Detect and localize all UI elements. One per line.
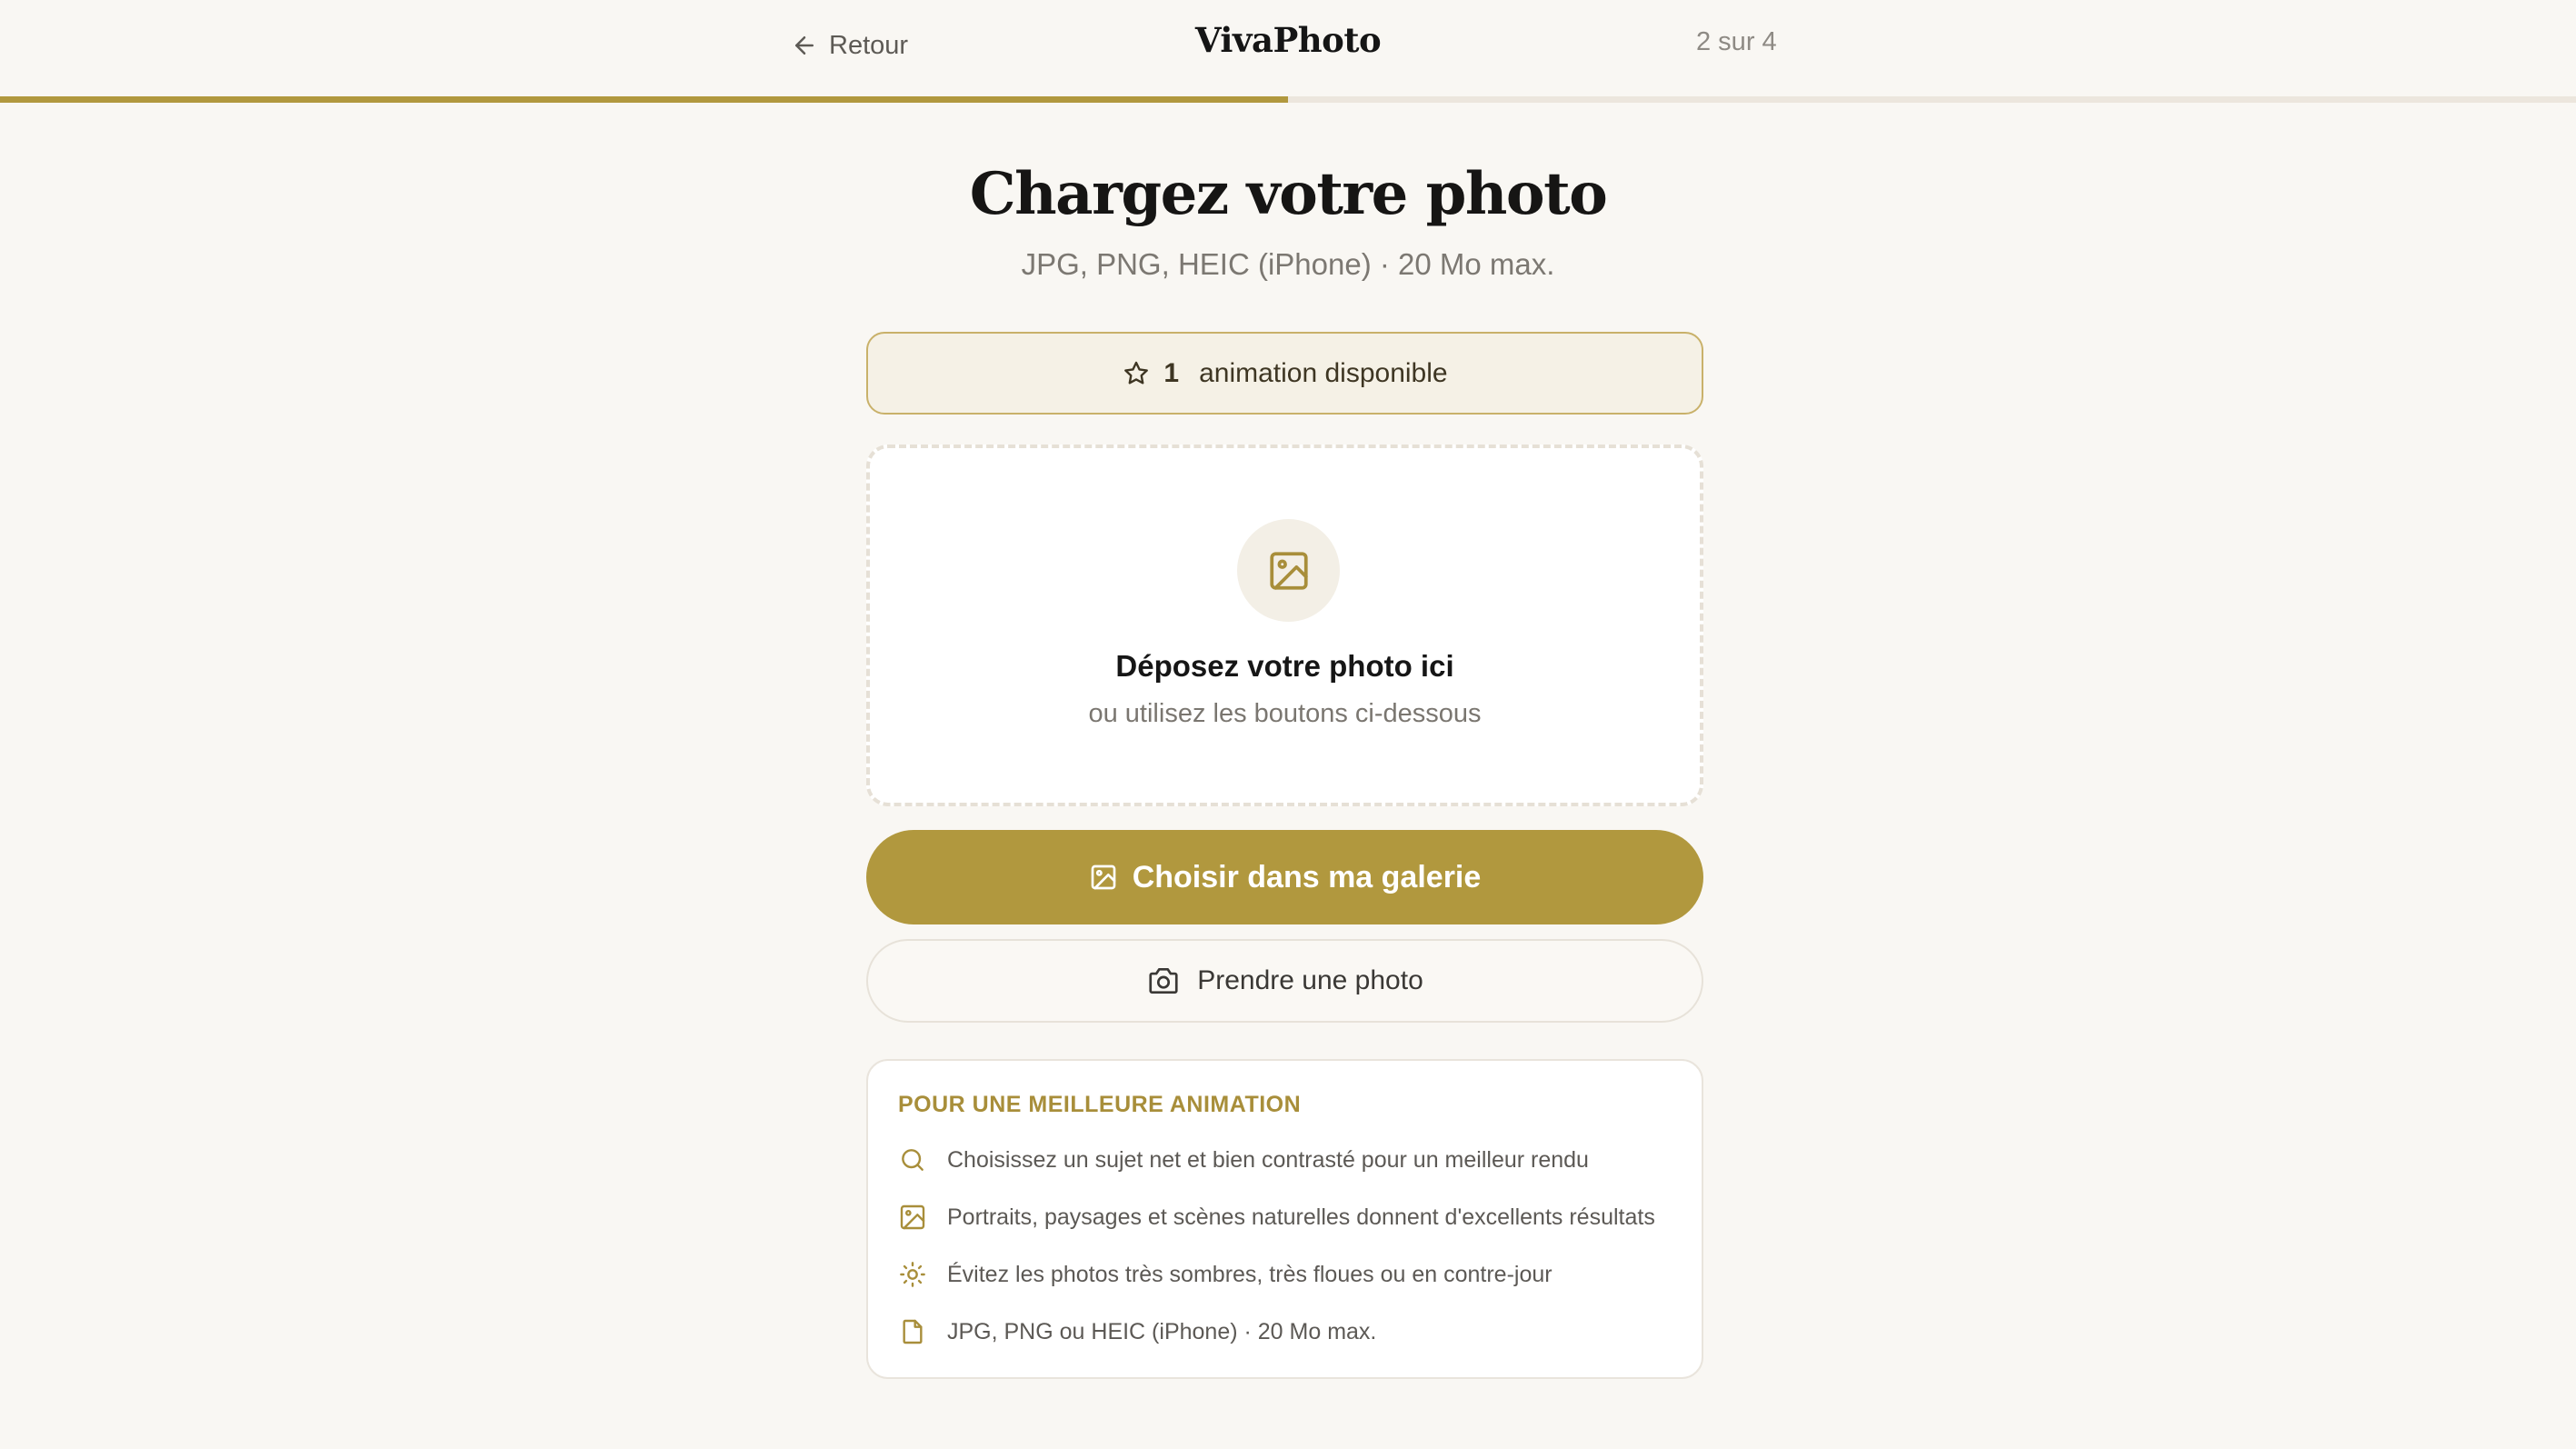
credits-badge: 1 animation disponible — [866, 332, 1703, 415]
tip-item: JPG, PNG ou HEIC (iPhone) · 20 Mo max. — [898, 1314, 1376, 1350]
tips-card: POUR UNE MEILLEURE ANIMATION Choisissez … — [866, 1059, 1703, 1379]
file-icon — [898, 1317, 927, 1346]
page-subtitle: JPG, PNG, HEIC (iPhone) · 20 Mo max. — [1021, 247, 1555, 281]
tip-item: Évitez les photos très sombres, très flo… — [898, 1256, 1553, 1293]
progress-fill — [0, 96, 1288, 103]
search-icon — [898, 1145, 927, 1174]
star-icon — [1122, 359, 1151, 388]
choose-gallery-label: Choisir dans ma galerie — [1132, 859, 1482, 894]
dropzone-subtitle: ou utilisez les boutons ci-dessous — [1088, 699, 1482, 728]
tip-item: Portraits, paysages et scènes naturelles… — [898, 1199, 1655, 1235]
photo-dropzone[interactable]: Déposez votre photo ici ou utilisez les … — [866, 445, 1703, 806]
image-icon — [1089, 863, 1118, 892]
step-indicator: 2 sur 4 — [1696, 27, 1777, 56]
dropzone-icon-circle — [1237, 519, 1340, 622]
choose-gallery-button[interactable]: Choisir dans ma galerie — [866, 830, 1703, 924]
page-title: Chargez votre photo — [969, 160, 1608, 228]
dropzone-title: Déposez votre photo ici — [1115, 649, 1454, 683]
tips-title: POUR UNE MEILLEURE ANIMATION — [898, 1092, 1302, 1117]
tip-text: Évitez les photos très sombres, très flo… — [947, 1261, 1553, 1287]
tip-text: Choisissez un sujet net et bien contrast… — [947, 1146, 1589, 1173]
credits-count: 1 — [1163, 357, 1180, 388]
progress-bar — [0, 96, 2576, 103]
sun-icon — [898, 1260, 927, 1289]
credits-label: animation disponible — [1199, 357, 1448, 388]
tip-text: JPG, PNG ou HEIC (iPhone) · 20 Mo max. — [947, 1318, 1377, 1344]
tip-item: Choisissez un sujet net et bien contrast… — [898, 1142, 1589, 1178]
top-bar: Retour VivaPhoto 2 sur 4 — [0, 0, 2576, 96]
camera-icon — [1146, 964, 1181, 998]
brand-logo: VivaPhoto — [1194, 20, 1382, 60]
tip-text: Portraits, paysages et scènes naturelles… — [947, 1204, 1655, 1230]
image-icon — [898, 1203, 927, 1232]
image-icon — [1266, 548, 1312, 594]
take-photo-label: Prendre une photo — [1197, 965, 1423, 995]
take-photo-button[interactable]: Prendre une photo — [866, 939, 1703, 1023]
